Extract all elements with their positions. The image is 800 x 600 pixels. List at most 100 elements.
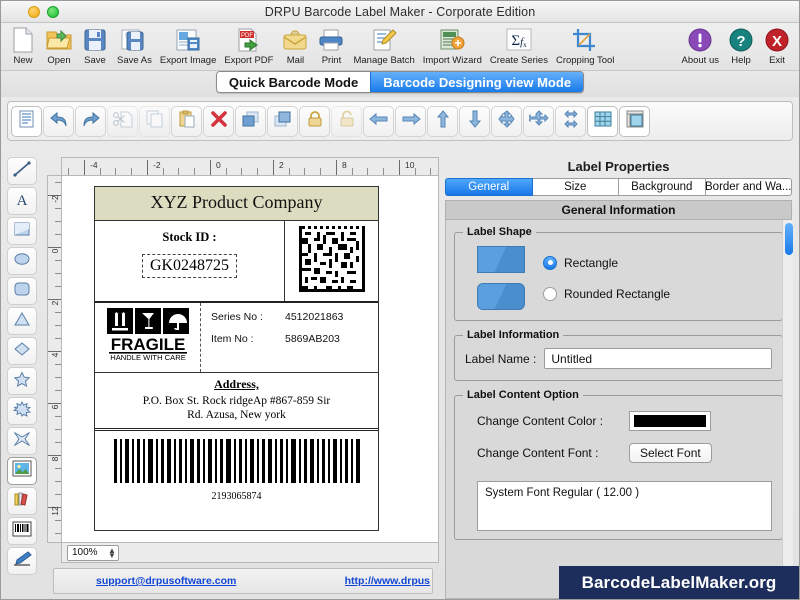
triangle-tool[interactable] — [7, 307, 37, 335]
website-link[interactable]: http://www.drpus — [345, 575, 430, 587]
bring-to-front-button[interactable] — [235, 105, 266, 137]
delete-button[interactable] — [203, 105, 234, 137]
ruler-tick — [257, 168, 258, 175]
rounded-rectangle-tool[interactable] — [7, 277, 37, 305]
rectangle-preview[interactable] — [477, 246, 525, 273]
toolbar-exit[interactable]: X Exit — [759, 25, 795, 66]
rectangle-tool[interactable] — [7, 217, 37, 245]
label-information-group: Label Information Label Name : Untitled — [454, 329, 783, 381]
cut-button[interactable] — [107, 105, 138, 137]
content-option-rows: Change Content Color : Change Content Fo… — [463, 405, 774, 477]
send-to-back-button[interactable] — [267, 105, 298, 137]
barcode-tool[interactable] — [7, 517, 37, 545]
diamond-tool[interactable] — [7, 337, 37, 365]
tab-background[interactable]: Background — [619, 178, 706, 196]
library-tool-icon — [13, 491, 31, 512]
grid-button[interactable] — [587, 105, 618, 137]
panel-scrollbar[interactable] — [782, 220, 793, 598]
align-middle-horizontal-button[interactable] — [555, 105, 586, 137]
change-content-color-row: Change Content Color : — [477, 411, 772, 431]
close-circle-icon: X — [764, 26, 790, 54]
fragile-block[interactable]: FRAGILE HANDLE WITH CARE — [95, 303, 201, 372]
align-center-button[interactable] — [491, 105, 522, 137]
align-right-button[interactable] — [395, 105, 426, 137]
select-font-button[interactable]: Select Font — [629, 443, 712, 463]
toolbar-help[interactable]: ? Help — [723, 25, 759, 66]
toolbar-export-image[interactable]: Export Image — [156, 25, 221, 66]
printer-icon — [318, 26, 344, 54]
radio-rounded-rectangle-indicator[interactable] — [543, 286, 557, 301]
toolbar-mail-label: Mail — [286, 55, 305, 66]
toolbar-about-us[interactable]: About us — [678, 25, 724, 66]
toolbar-save-as[interactable]: Save As — [113, 25, 156, 66]
stock-id-value[interactable]: GK0248725 — [141, 254, 238, 278]
label-company-header[interactable]: XYZ Product Company — [95, 187, 378, 221]
align-top-button[interactable] — [427, 105, 458, 137]
lock-button[interactable] — [299, 105, 330, 137]
four-point-star-tool[interactable] — [7, 427, 37, 455]
ellipse-tool[interactable] — [7, 247, 37, 275]
zoom-control[interactable]: 100% ▲ ▼ — [67, 544, 119, 561]
pencil-tool[interactable] — [7, 547, 37, 575]
ruler-label: 4 — [50, 352, 60, 358]
copy-button[interactable] — [139, 105, 170, 137]
tab-border-and-watermark[interactable]: Border and Wa... — [705, 178, 792, 196]
page-setup-button[interactable] — [619, 105, 650, 137]
radio-rectangle-indicator[interactable] — [543, 255, 557, 270]
new-label-button[interactable] — [11, 105, 42, 137]
datamatrix-block[interactable] — [285, 221, 378, 301]
field-item-no[interactable]: Item No : 5869AB203 — [211, 333, 378, 345]
panel-title: Label Properties — [567, 159, 670, 174]
tab-quick-barcode-mode[interactable]: Quick Barcode Mode — [216, 72, 371, 92]
star-tool[interactable] — [7, 367, 37, 395]
toolbar-manage-batch[interactable]: Manage Batch — [349, 25, 418, 66]
support-email-link[interactable]: support@drpusoftware.com — [96, 575, 236, 587]
pencil-tool-icon — [12, 550, 32, 572]
toolbar-cropping-tool[interactable]: Cropping Tool — [552, 25, 618, 66]
align-left-button[interactable] — [363, 105, 394, 137]
ruler-label: 8 — [50, 456, 60, 462]
toolbar-export-pdf[interactable]: PDF Export PDF — [220, 25, 277, 66]
triangle-tool-icon — [13, 311, 31, 332]
burst-tool[interactable] — [7, 397, 37, 425]
label-canvas[interactable]: XYZ Product Company Stock ID : GK0248725 — [61, 175, 439, 543]
tab-barcode-designing-view-mode[interactable]: Barcode Designing view Mode — [370, 72, 584, 92]
radio-rounded-rectangle[interactable]: Rounded Rectangle — [543, 286, 670, 301]
content-color-well[interactable] — [629, 411, 711, 431]
tab-general[interactable]: General — [445, 178, 533, 196]
field-series-no[interactable]: Series No : 4512021863 — [211, 311, 378, 323]
zoom-stepper[interactable]: ▲ ▼ — [106, 546, 116, 559]
label-stock-block[interactable]: Stock ID : GK0248725 — [95, 221, 285, 301]
radio-rectangle[interactable]: Rectangle — [543, 255, 670, 270]
toolbar-create-series[interactable]: Σfx Create Series — [486, 25, 552, 66]
library-tool[interactable] — [7, 487, 37, 515]
toolbar-new[interactable]: New — [5, 25, 41, 66]
picture-tool[interactable] — [7, 457, 37, 485]
unlock-button[interactable] — [331, 105, 362, 137]
toolbar-import-wizard[interactable]: Import Wizard — [419, 25, 486, 66]
tab-size[interactable]: Size — [532, 178, 619, 196]
save-as-icon — [121, 26, 147, 54]
redo-button[interactable] — [75, 105, 106, 137]
toolbar-mail[interactable]: Mail — [277, 25, 313, 66]
toolbar-open[interactable]: Open — [41, 25, 77, 66]
import-wizard-icon — [439, 26, 465, 54]
mode-tab-group: Quick Barcode Mode Barcode Designing vie… — [215, 71, 585, 93]
paste-button[interactable] — [171, 105, 202, 137]
line-tool[interactable] — [7, 157, 37, 185]
undo-button[interactable] — [43, 105, 74, 137]
align-middle-vertical-button[interactable] — [523, 105, 554, 137]
label-barcode-block[interactable]: 2193065874 — [95, 431, 378, 505]
toolbar-print[interactable]: Print — [313, 25, 349, 66]
horizontal-ruler: -4 -2 0 2 8 10 — [61, 157, 439, 175]
rounded-rectangle-preview[interactable] — [477, 283, 525, 310]
ruler-tick — [367, 168, 369, 175]
label-address-block[interactable]: Address, P.O. Box St. Rock ridgeAp #867-… — [95, 373, 378, 431]
panel-scrollbar-thumb[interactable] — [785, 223, 793, 255]
label-design[interactable]: XYZ Product Company Stock ID : GK0248725 — [94, 186, 379, 531]
label-name-input[interactable]: Untitled — [544, 348, 772, 369]
text-tool[interactable]: A — [7, 187, 37, 215]
burst-tool-icon — [12, 400, 32, 422]
toolbar-save[interactable]: Save — [77, 25, 113, 66]
align-bottom-button[interactable] — [459, 105, 490, 137]
